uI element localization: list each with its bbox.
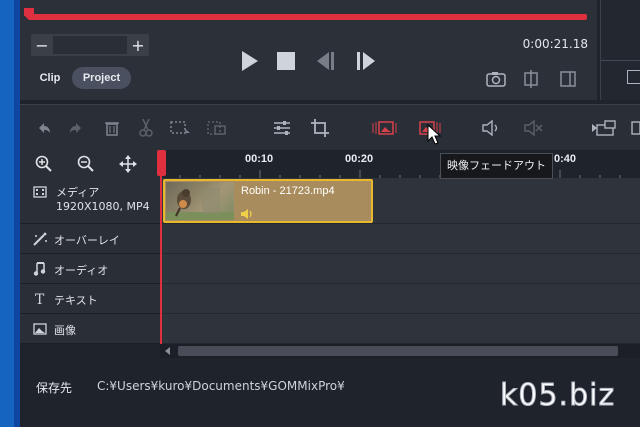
split-view-icon[interactable] [520,69,542,89]
tab-clip[interactable]: Clip [31,67,69,89]
track-head-audio[interactable]: オーディオ [20,254,160,284]
play-icon[interactable] [238,50,260,72]
overlay-icon [32,231,48,247]
scrollbar-thumb[interactable] [178,346,618,356]
track-head-overlay[interactable]: オーバーレイ [20,224,160,254]
film-icon [32,184,48,200]
zoom-stepper[interactable]: − + [31,34,149,56]
tab-project[interactable]: Project [72,67,131,89]
timeline-scrollbar[interactable] [160,344,640,358]
save-location-path[interactable]: C:¥Users¥kuro¥Documents¥GOMMixPro¥ [97,379,345,393]
audio-fade-icon[interactable] [478,115,504,141]
cut-icon[interactable] [133,115,159,141]
track-label: オーバーレイ [54,234,120,247]
overflow-icon[interactable] [630,115,640,141]
track-head-media[interactable]: メディア 1920X1080, MP4 [20,178,160,224]
track-sublabel: 1920X1080, MP4 [56,200,150,213]
track-label: 画像 [54,324,76,337]
ruler-tick-label: 00:10 [245,153,274,165]
adjust-icon[interactable] [269,115,295,141]
stepper-plus-button[interactable]: + [127,34,149,56]
track-label: メディア [56,186,100,199]
track-lane-image[interactable] [161,314,640,344]
playhead-handle[interactable] [157,150,166,176]
seek-bar[interactable] [28,14,587,20]
time-ruler[interactable]: 00:10 00:20 0:40 [160,150,640,178]
clip-title: Robin - 21723.mp4 [241,185,335,197]
image-icon [32,321,48,337]
zoom-out-icon[interactable] [76,154,96,174]
watermark: k05.biz [499,378,616,414]
fit-view-icon[interactable] [557,69,579,89]
edit-toolbar [20,104,640,150]
save-location-label: 保存先 [36,381,73,395]
video-fade-in-icon[interactable] [370,115,400,141]
timecode: 0:00:21.18 [522,37,588,51]
clip-thumbnail [166,182,234,220]
tooltip: 映像フェードアウト [440,153,553,179]
video-clip[interactable]: Robin - 21723.mp4 [163,179,373,223]
panel-icon[interactable] [627,70,640,84]
crop-icon[interactable] [307,115,333,141]
redo-icon[interactable] [64,115,90,141]
track-lane-text[interactable] [161,284,640,314]
text-icon: T [32,291,48,307]
track-head-text[interactable]: T テキスト [20,284,160,314]
undo-icon[interactable] [30,115,56,141]
fit-icon[interactable] [118,154,138,174]
playhead-line[interactable] [160,150,162,344]
mouse-cursor-icon [427,123,442,146]
track-head-image[interactable]: 画像 [20,314,160,344]
track-label: オーディオ [54,264,109,277]
ruler-tick-label: 0:40 [554,153,577,165]
mute-icon[interactable] [520,115,546,141]
scroll-left-icon[interactable] [165,347,170,355]
snapshot-icon[interactable] [485,69,507,89]
stepper-field[interactable] [53,36,127,54]
track-label: テキスト [54,294,98,307]
svg-text:T: T [35,292,45,306]
delete-icon[interactable] [99,115,125,141]
pip-icon[interactable] [590,115,620,141]
prev-frame-icon[interactable] [314,51,338,71]
stop-icon[interactable] [276,51,296,71]
zoom-in-icon[interactable] [34,154,54,174]
next-frame-icon[interactable] [354,51,378,71]
track-lane-overlay[interactable] [161,224,640,254]
music-icon [32,261,48,277]
stepper-minus-button[interactable]: − [31,34,53,56]
track-lane-audio[interactable] [161,254,640,284]
ruler-tick-label: 00:20 [345,153,374,165]
clip-audio-icon [241,205,253,219]
select-range-icon[interactable] [167,115,193,141]
side-panel [600,0,640,100]
crop-range-icon[interactable] [204,115,230,141]
